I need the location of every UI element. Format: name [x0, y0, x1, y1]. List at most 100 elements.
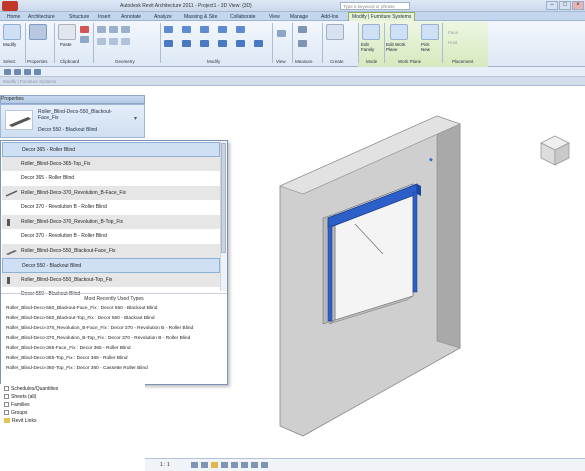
pick-new-icon[interactable]: [421, 24, 439, 40]
options-bar: [0, 77, 585, 86]
paste-icon[interactable]: [58, 24, 76, 40]
redo-icon[interactable]: [34, 69, 41, 75]
list-item[interactable]: Decor 550 - Blackout Blind: [2, 258, 220, 273]
tab-insert[interactable]: Insert: [95, 13, 114, 21]
offset-icon[interactable]: [182, 26, 191, 33]
list-item[interactable]: Roller_Blind-Deco-550_Blackout-Face_Fix: [2, 243, 220, 258]
type-properties-icon[interactable]: [29, 24, 47, 40]
tab-collaborate[interactable]: Collaborate: [227, 13, 259, 21]
panel-label-measure: Measure: [295, 59, 313, 64]
shadows-icon[interactable]: [221, 462, 228, 468]
panel-label-select: Select: [3, 59, 16, 64]
blind-tag: ◆: [429, 157, 433, 163]
browser-item-families[interactable]: Families: [4, 401, 30, 409]
sun-path-icon[interactable]: [211, 462, 218, 468]
modify-button[interactable]: [3, 24, 21, 40]
list-item[interactable]: Decor 370 - Revolution B - Roller Blind: [2, 229, 220, 244]
mru-item[interactable]: Roller_Blind-Deco-370_Revolution_B-Top_F…: [6, 334, 226, 344]
lock-view-icon[interactable]: [261, 462, 268, 468]
list-item[interactable]: Roller_Blind-Deco-365-Top_Fix: [2, 156, 220, 171]
hide-icon[interactable]: [277, 30, 286, 37]
dropdown-scrollbar-thumb[interactable]: [221, 143, 226, 253]
tab-home[interactable]: Home: [4, 13, 23, 21]
pick-new-label: Pick New: [421, 42, 431, 52]
host-option[interactable]: Host: [448, 40, 457, 45]
undo-icon[interactable]: [24, 69, 31, 75]
mru-item[interactable]: Roller_Blind-Deco-550_Blackout-Top_Fix :…: [6, 314, 226, 324]
join-icon[interactable]: [121, 26, 130, 33]
roller-blind-headbox-end: [417, 184, 421, 196]
search-input[interactable]: Type a keyword or phrase: [340, 2, 410, 10]
visual-style-icon[interactable]: [201, 462, 208, 468]
edit-work-plane-icon[interactable]: [390, 24, 408, 40]
panel-label-modify: Modify: [207, 59, 221, 64]
mru-item[interactable]: Roller_Blind-Deco-550_Blackout-Face_Fix …: [6, 304, 226, 314]
tab-view[interactable]: View: [266, 13, 283, 21]
tab-structure[interactable]: Structure: [66, 13, 92, 21]
copy-element-icon[interactable]: [182, 40, 191, 47]
close-button[interactable]: ×: [572, 1, 584, 10]
minimize-button[interactable]: –: [546, 1, 558, 10]
rotate-icon[interactable]: [200, 40, 209, 47]
panel-label-mode: Mode: [366, 59, 378, 64]
roller-blind-right-rail: [412, 191, 418, 293]
panel-label-clipboard: Clipboard: [60, 59, 80, 64]
list-item[interactable]: Roller_Blind-Deco-370_Revolution_B-Face_…: [2, 185, 220, 200]
array-icon[interactable]: [236, 40, 245, 47]
reveal-hidden-icon[interactable]: [251, 462, 258, 468]
demolish-icon[interactable]: [121, 38, 130, 45]
move-icon[interactable]: [164, 40, 173, 47]
detail-level-icon[interactable]: [191, 462, 198, 468]
edit-family-icon[interactable]: [362, 24, 380, 40]
temporary-hide-icon[interactable]: [241, 462, 248, 468]
tab-add-ins[interactable]: Add-Ins: [318, 13, 341, 21]
mirror-icon[interactable]: [200, 26, 209, 33]
save-icon[interactable]: [14, 69, 21, 75]
paint-icon[interactable]: [109, 38, 118, 45]
tab-modify-furniture-systems[interactable]: Modify | Furniture Systems: [348, 12, 416, 21]
viewcube[interactable]: [535, 130, 575, 170]
tab-manage[interactable]: Manage: [287, 13, 311, 21]
cope-icon[interactable]: [97, 26, 106, 33]
chevron-down-icon[interactable]: ▾: [134, 115, 137, 122]
dimension-icon[interactable]: [298, 40, 307, 47]
split-face-icon[interactable]: [97, 38, 106, 45]
cut-icon[interactable]: [80, 26, 89, 33]
view-scale[interactable]: 1 : 1: [160, 462, 170, 468]
cut-geometry-icon[interactable]: [109, 26, 118, 33]
mru-item[interactable]: Roller_Blind-Deco-365-Top_Fix : Decor 36…: [6, 354, 226, 364]
mru-item[interactable]: Roller_Blind-Deco-370_Revolution_B-Face_…: [6, 324, 226, 334]
family-thumbnail-icon: [5, 189, 18, 198]
tab-analyze[interactable]: Analyze: [151, 13, 175, 21]
list-item[interactable]: Roller_Blind-Deco-370_Revolution_B-Top_F…: [2, 214, 220, 229]
type-thumbnail-icon: [5, 110, 33, 130]
browser-item-groups[interactable]: Groups: [4, 409, 27, 417]
copy-icon[interactable]: [80, 36, 89, 43]
face-option[interactable]: Face: [448, 30, 458, 35]
tab-massing-site[interactable]: Massing & Site: [181, 13, 220, 21]
list-item[interactable]: Decor 365 - Roller Blind: [2, 171, 220, 186]
panel-label-geometry: Geometry: [115, 59, 135, 64]
measure-icon[interactable]: [298, 26, 307, 33]
split-icon[interactable]: [236, 26, 245, 33]
list-item[interactable]: Decor 365 - Roller Blind: [2, 142, 220, 157]
application-menu-button[interactable]: [2, 1, 18, 11]
list-item[interactable]: Roller_Blind-Deco-550_Blackout-Top_Fix: [2, 272, 220, 287]
maximize-button[interactable]: □: [559, 1, 571, 10]
align-icon[interactable]: [164, 26, 173, 33]
mru-item[interactable]: Roller_Blind-Deco-365-Face_Fix : Decor 3…: [6, 344, 226, 354]
create-similar-icon[interactable]: [326, 24, 344, 40]
panel-label-work-plane: Work Plane: [398, 59, 422, 64]
crop-view-icon[interactable]: [231, 462, 238, 468]
browser-item-revit-links[interactable]: Revit Links: [4, 417, 36, 425]
browser-item-schedules[interactable]: Schedules/Quantities: [4, 385, 58, 393]
scale-icon[interactable]: [254, 40, 263, 47]
tab-architecture[interactable]: Architecture: [25, 13, 58, 21]
list-item[interactable]: Decor 370 - Revolution B - Roller Blind: [2, 200, 220, 215]
open-icon[interactable]: [4, 69, 11, 75]
mirror-draw-icon[interactable]: [218, 26, 227, 33]
browser-item-sheets[interactable]: Sheets (all): [4, 393, 36, 401]
trim-icon[interactable]: [218, 40, 227, 47]
mru-item[interactable]: Roller_Blind-Deco-360-Top_Fix : Decor 36…: [6, 364, 226, 374]
tab-annotate[interactable]: Annotate: [118, 13, 144, 21]
